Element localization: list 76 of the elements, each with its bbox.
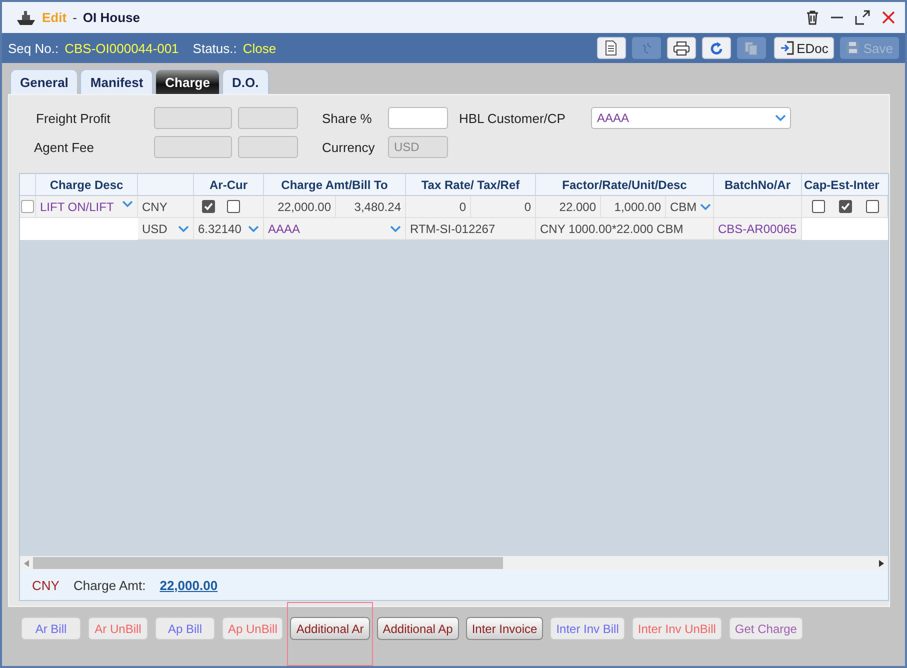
charge-amount-label: Charge Amt: bbox=[73, 578, 146, 592]
table-cell: 3,480.24 bbox=[336, 196, 406, 218]
login-icon bbox=[780, 41, 794, 55]
dropdown-icon[interactable] bbox=[700, 202, 711, 210]
document-button[interactable] bbox=[596, 37, 626, 59]
action-button[interactable]: Additional Ar bbox=[290, 617, 370, 640]
refresh-icon bbox=[708, 40, 724, 56]
tab[interactable]: Manifest bbox=[80, 69, 154, 94]
table-cell: CNY bbox=[138, 196, 194, 218]
field-label: Agent Fee bbox=[34, 140, 95, 154]
action-button[interactable]: Inter Invoice bbox=[466, 617, 544, 640]
column-header: Charge Desc bbox=[36, 174, 138, 196]
column-header: Cap-Est-Inter bbox=[802, 174, 888, 196]
row-checkbox[interactable] bbox=[21, 200, 34, 213]
checkbox[interactable] bbox=[866, 200, 879, 213]
edoc-button[interactable]: EDoc bbox=[774, 37, 834, 59]
dropdown-icon[interactable] bbox=[775, 114, 786, 122]
tab[interactable]: General bbox=[10, 69, 78, 94]
refresh-button[interactable] bbox=[702, 37, 731, 59]
charge-amount-link[interactable]: 22,000.00 bbox=[160, 578, 218, 592]
checkbox[interactable] bbox=[202, 200, 215, 213]
print-button[interactable] bbox=[666, 37, 696, 59]
field-label: Freight Profit bbox=[36, 110, 112, 126]
table-cell: 0 bbox=[471, 196, 536, 218]
edit-mode-label: Edit bbox=[42, 10, 67, 25]
table-cell: 22.000 bbox=[536, 196, 601, 218]
status-value: Close bbox=[242, 40, 276, 56]
minimize-icon[interactable] bbox=[831, 16, 843, 19]
scroll-left-icon[interactable] bbox=[24, 560, 29, 566]
seq-no-value: CBS-OI000044-001 bbox=[64, 40, 179, 56]
currency-select[interactable]: USD bbox=[138, 218, 194, 240]
checkbox[interactable] bbox=[227, 200, 240, 213]
tab[interactable]: Charge bbox=[155, 69, 220, 94]
maximize-icon[interactable] bbox=[855, 10, 870, 25]
column-header: BatchNo/Ar bbox=[714, 174, 802, 196]
seq-no-label: Seq No.: bbox=[8, 40, 59, 56]
unit-select[interactable]: CBM bbox=[666, 196, 714, 218]
table-cell: 1,000.00 bbox=[601, 196, 666, 218]
field-label: Currency bbox=[321, 140, 376, 154]
input-field[interactable] bbox=[388, 107, 448, 129]
currency-label: CNY bbox=[32, 578, 60, 592]
column-header: Charge Amt/Bill To bbox=[264, 174, 406, 196]
table-cell: 0 bbox=[406, 196, 471, 218]
close-icon[interactable] bbox=[882, 11, 895, 24]
trash-icon[interactable] bbox=[806, 10, 819, 25]
checkbox[interactable] bbox=[839, 200, 852, 213]
checkbox[interactable] bbox=[812, 200, 825, 213]
title-separator: - bbox=[72, 10, 77, 25]
field-label: Share % bbox=[321, 110, 373, 126]
dropdown-icon[interactable] bbox=[248, 224, 259, 232]
charge-desc-select[interactable]: LIFT ON/LIFT bbox=[36, 196, 138, 218]
bill-to-select[interactable]: AAAA bbox=[264, 218, 406, 240]
select-field[interactable]: AAAA bbox=[591, 107, 791, 129]
column-header: Ar-Cur bbox=[194, 174, 264, 196]
column-header: Tax Rate/ Tax/Ref bbox=[406, 174, 536, 196]
table-cell: CNY 1000.00*22.000 CBM bbox=[536, 218, 714, 240]
document-icon bbox=[604, 40, 618, 56]
status-label: Status.: bbox=[192, 40, 237, 56]
dropdown-icon[interactable] bbox=[178, 224, 189, 232]
ship-icon bbox=[16, 10, 36, 26]
printer-icon bbox=[672, 40, 690, 56]
scroll-right-icon[interactable] bbox=[879, 560, 884, 566]
tab[interactable]: D.O. bbox=[222, 69, 269, 94]
field-label: HBL Customer/CP bbox=[459, 110, 566, 126]
action-button[interactable]: Additional Ap bbox=[376, 617, 459, 640]
floppy-icon bbox=[846, 41, 860, 55]
batch-link[interactable]: CBS-AR00065 bbox=[714, 218, 802, 240]
window-title: OI House bbox=[82, 10, 140, 25]
table-cell: RTM-SI-012267 bbox=[406, 218, 536, 240]
copy-icon bbox=[744, 40, 758, 56]
exchange-rate-select[interactable]: 6.32140 bbox=[194, 218, 264, 240]
column-header: Factor/Rate/Unit/Desc bbox=[536, 174, 714, 196]
dropdown-icon[interactable] bbox=[122, 200, 133, 208]
scrollbar-thumb[interactable] bbox=[33, 557, 503, 569]
table-cell: 22,000.00 bbox=[264, 196, 336, 218]
dropdown-icon[interactable] bbox=[390, 224, 401, 232]
